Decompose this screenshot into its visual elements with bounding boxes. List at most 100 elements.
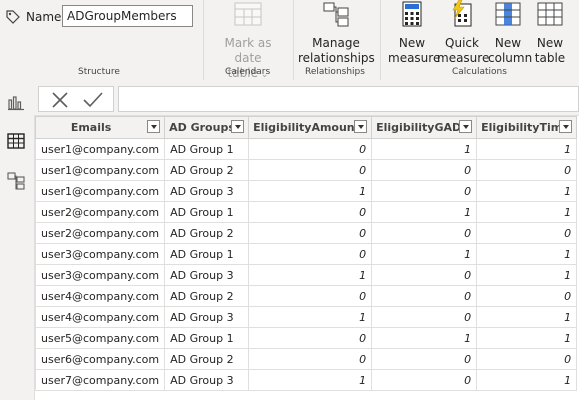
- table-cell[interactable]: 0: [371, 264, 478, 286]
- table-cell[interactable]: user6@company.com: [34, 348, 166, 370]
- table-cell[interactable]: AD Group 3: [164, 264, 250, 286]
- table-cell[interactable]: 1: [371, 327, 478, 349]
- table-cell[interactable]: 0: [371, 159, 478, 181]
- table-cell[interactable]: AD Group 1: [164, 138, 250, 160]
- table-cell[interactable]: AD Group 1: [164, 201, 250, 223]
- table-cell[interactable]: user5@company.com: [34, 327, 166, 349]
- table-name-input[interactable]: ADGroupMembers: [62, 5, 193, 27]
- table-cell[interactable]: user3@company.com: [34, 243, 166, 265]
- column-header[interactable]: EligibilityGADE: [371, 116, 478, 139]
- table-cell[interactable]: 1: [248, 264, 373, 286]
- table-cell[interactable]: 0: [476, 285, 578, 307]
- table-cell[interactable]: 1: [476, 243, 578, 265]
- table-cell[interactable]: 1: [371, 201, 478, 223]
- lightning-calculator-icon: [437, 0, 487, 32]
- table-cell[interactable]: 1: [371, 138, 478, 160]
- table-cell[interactable]: 1: [476, 327, 578, 349]
- table-cell[interactable]: AD Group 1: [164, 327, 250, 349]
- table-row: user1@company.com AD Group 2000: [34, 159, 578, 181]
- filter-dropdown-icon[interactable]: [559, 120, 573, 133]
- table-header-row: Emails AD Groups EligibilityAmounts Eligibi…: [34, 116, 578, 139]
- table-cell[interactable]: user1@company.com: [34, 180, 166, 202]
- table-cell[interactable]: 0: [371, 285, 478, 307]
- column-header[interactable]: EligibilityAmounts: [248, 116, 373, 139]
- table-cell[interactable]: AD Group 2: [164, 222, 250, 244]
- table-cell[interactable]: 0: [371, 180, 478, 202]
- filter-dropdown-icon[interactable]: [147, 120, 161, 133]
- quick-measure-button[interactable]: Quick measure: [437, 0, 489, 66]
- cancel-x-icon[interactable]: [51, 91, 69, 109]
- table-cell[interactable]: AD Group 1: [164, 243, 250, 265]
- data-view-icon[interactable]: [5, 130, 27, 152]
- table-row: user4@company.com AD Group 2000: [34, 285, 578, 307]
- table-cell[interactable]: AD Group 3: [164, 306, 250, 328]
- table-row: user1@company.com AD Group 3101: [34, 180, 578, 202]
- table-cell[interactable]: 1: [476, 180, 578, 202]
- calculations-group-label: Calculations: [452, 67, 507, 77]
- table-cell[interactable]: user7@company.com: [34, 369, 166, 391]
- model-view-icon[interactable]: [5, 169, 27, 191]
- filter-dropdown-icon[interactable]: [354, 120, 368, 133]
- table-cell[interactable]: user1@company.com: [34, 159, 166, 181]
- table-cell[interactable]: 0: [248, 222, 373, 244]
- table-cell[interactable]: 1: [248, 369, 373, 391]
- table-cell[interactable]: 0: [248, 348, 373, 370]
- table-cell[interactable]: 0: [248, 327, 373, 349]
- table-cell[interactable]: 0: [248, 243, 373, 265]
- table-cell[interactable]: 0: [371, 369, 478, 391]
- relationships-group-label: Relationships: [305, 67, 365, 77]
- manage-relationships-label-line2: relationships: [298, 51, 375, 65]
- commit-check-icon[interactable]: [83, 91, 103, 109]
- table-cell[interactable]: 0: [248, 159, 373, 181]
- table-icon: [530, 0, 570, 32]
- table-cell[interactable]: 1: [476, 369, 578, 391]
- column-header[interactable]: AD Groups: [164, 116, 250, 139]
- new-measure-label-line2: measure: [388, 51, 441, 65]
- tag-icon: [5, 9, 21, 25]
- table-cell[interactable]: 1: [476, 201, 578, 223]
- table-cell[interactable]: 1: [248, 180, 373, 202]
- table-cell[interactable]: 0: [248, 285, 373, 307]
- table-cell[interactable]: 1: [371, 243, 478, 265]
- manage-relationships-button[interactable]: Manage relationships: [298, 0, 375, 66]
- table-cell[interactable]: 0: [476, 222, 578, 244]
- table-cell[interactable]: user2@company.com: [34, 222, 166, 244]
- table-row: user3@company.com AD Group 3101: [34, 264, 578, 286]
- table-cell[interactable]: 1: [248, 306, 373, 328]
- table-cell[interactable]: 0: [476, 348, 578, 370]
- new-column-button[interactable]: New column: [488, 0, 532, 66]
- column-header[interactable]: Emails: [34, 116, 166, 139]
- table-cell[interactable]: 1: [476, 138, 578, 160]
- table-cell[interactable]: user4@company.com: [34, 285, 166, 307]
- filter-dropdown-icon[interactable]: [459, 120, 473, 133]
- table-row: user5@company.com AD Group 1011: [34, 327, 578, 349]
- table-cell[interactable]: 0: [371, 222, 478, 244]
- report-view-icon[interactable]: [5, 91, 27, 113]
- formula-commit-controls: [38, 86, 114, 112]
- table-cell[interactable]: 0: [476, 159, 578, 181]
- table-cell[interactable]: user2@company.com: [34, 201, 166, 223]
- table-cell[interactable]: AD Group 2: [164, 348, 250, 370]
- table-cell[interactable]: user4@company.com: [34, 306, 166, 328]
- table-cell[interactable]: user1@company.com: [34, 138, 166, 160]
- column-header[interactable]: EligibilityTime: [476, 116, 578, 139]
- table-cell[interactable]: user3@company.com: [34, 264, 166, 286]
- table-cell[interactable]: 1: [476, 306, 578, 328]
- table-cell[interactable]: AD Group 3: [164, 369, 250, 391]
- table-cell[interactable]: 0: [248, 138, 373, 160]
- table-cell[interactable]: 0: [371, 348, 478, 370]
- table-row: user6@company.com AD Group 2000: [34, 348, 578, 370]
- table-cell[interactable]: 0: [371, 306, 478, 328]
- table-cell[interactable]: AD Group 3: [164, 180, 250, 202]
- new-table-label-line1: New: [536, 36, 564, 50]
- table-row: user1@company.com AD Group 1011: [34, 138, 578, 160]
- filter-dropdown-icon[interactable]: [231, 120, 245, 133]
- table-cell[interactable]: 1: [476, 264, 578, 286]
- table-cell[interactable]: AD Group 2: [164, 159, 250, 181]
- ribbon-separator: [380, 0, 381, 80]
- new-measure-button[interactable]: New measure: [388, 0, 440, 66]
- formula-input[interactable]: [118, 86, 579, 112]
- table-cell[interactable]: AD Group 2: [164, 285, 250, 307]
- new-table-button[interactable]: New table: [530, 0, 570, 66]
- table-cell[interactable]: 0: [248, 201, 373, 223]
